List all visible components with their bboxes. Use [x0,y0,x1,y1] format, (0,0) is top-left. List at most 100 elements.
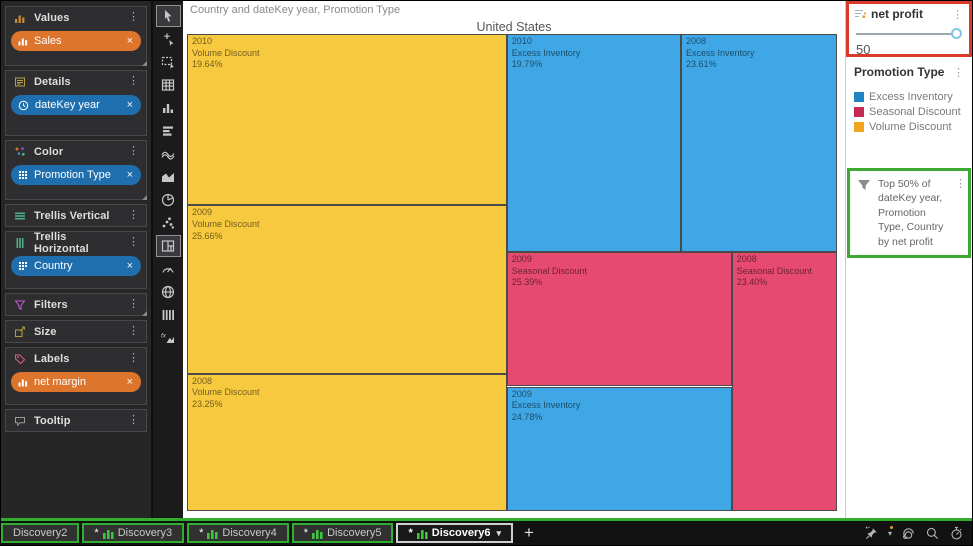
treemap-cell[interactable]: 2008Volume Discount23.25% [187,374,507,511]
advanced-fx-chart-icon[interactable]: fx [156,327,181,349]
treemap-cell[interactable]: 2009Volume Discount25.66% [187,205,507,373]
treemap-cell-value: 24.78% [512,412,727,424]
treemap-cell[interactable]: 2008Excess Inventory23.61% [681,34,837,252]
treemap-cell[interactable]: 2009Seasonal Discount25.39% [507,252,732,387]
lasso-select-tool-icon[interactable] [156,51,181,73]
chip-sales[interactable]: Sales × [11,31,141,51]
legend-item[interactable]: Seasonal Discount [854,106,964,118]
pointer-tool-icon[interactable] [156,5,181,27]
treemap-cell-year: 2009 [512,389,727,401]
kebab-menu-icon[interactable]: ⋮ [126,210,141,221]
grid-tool-icon[interactable] [156,74,181,96]
column-chart-icon[interactable] [156,97,181,119]
kebab-menu-icon[interactable]: ⋮ [953,66,964,79]
kebab-menu-icon[interactable]: ⋮ [126,146,141,157]
pin-icon[interactable] [864,526,879,541]
tab-discovery3[interactable]: *Discovery3 [82,523,184,543]
dropzone-details[interactable]: Details ⋮ dateKey year × [5,70,147,136]
pie-chart-icon[interactable] [156,189,181,211]
kebab-menu-icon[interactable]: ⋮ [126,76,141,87]
kebab-menu-icon[interactable]: ⋮ [126,353,141,364]
slider-track[interactable] [856,33,959,35]
legend-label: Excess Inventory [869,91,953,103]
timer-icon[interactable] [949,526,964,541]
interactions-spiral-icon[interactable] [901,526,916,541]
legend-title: Promotion Type [854,65,944,79]
treemap-cell[interactable]: 2010Volume Discount19.64% [187,34,507,205]
applied-filter-chip[interactable]: Top 50% of dateKey year, Promotion Type,… [847,168,971,258]
scatter-chart-icon[interactable] [156,212,181,234]
close-icon[interactable]: × [127,35,133,47]
dropzone-trellis-vertical[interactable]: Trellis Vertical ⋮ [5,204,147,227]
dropzone-header: Details ⋮ [6,71,146,92]
treemap-chart-icon[interactable] [156,235,181,257]
tab-label: Discovery2 [13,527,67,539]
treemap-cell[interactable]: 2008Seasonal Discount23.40% [732,252,837,511]
chip-datekey-year[interactable]: dateKey year × [11,95,141,115]
chevron-down-icon[interactable]: ▾ [496,528,501,539]
chip-net-margin[interactable]: net margin × [11,372,141,392]
dropzone-size[interactable]: Size ⋮ [5,320,147,343]
chip-label: Country [34,260,73,272]
kebab-menu-icon[interactable]: ⋮ [126,326,141,337]
tab-discovery4[interactable]: *Discovery4 [187,523,289,543]
treemap-cell-promotion: Volume Discount [192,219,502,231]
kebab-menu-icon[interactable]: ⋮ [952,8,963,21]
treemap-cell-promotion: Seasonal Discount [737,266,832,278]
treemap-cell-value: 25.66% [192,231,502,243]
kebab-menu-icon[interactable]: ⋮ [126,299,141,310]
chip-country[interactable]: Country × [11,256,141,276]
unsaved-indicator: * [304,530,308,537]
dropzone-tooltip[interactable]: Tooltip ⋮ [5,409,147,432]
unsaved-indicator: * [94,530,98,537]
tab-discovery6[interactable]: *Discovery6▾ [396,523,513,543]
gauge-chart-icon[interactable] [156,258,181,280]
slider-thumb[interactable] [951,28,962,39]
chart-canvas[interactable]: Country and dateKey year, Promotion Type… [183,1,845,518]
dropdown-caret-icon[interactable]: ▾ [888,529,892,538]
dropzone-trellis-horizontal[interactable]: Trellis Horizontal ⋮ Country × [5,231,147,289]
dropzone-header: Size ⋮ [6,321,146,342]
legend-item[interactable]: Excess Inventory [854,91,964,103]
tab-discovery5[interactable]: * Discovery5 [292,523,394,543]
country-grid-icon [18,261,28,271]
legend-items: Excess Inventory Seasonal Discount Volume … [854,91,964,133]
dropzone-labels[interactable]: Labels ⋮ net margin × [5,347,147,405]
dropzone-label: Size [34,326,56,338]
treemap-cell[interactable]: 2010Excess Inventory19.79% [507,34,681,252]
kebab-menu-icon[interactable]: ⋮ [955,177,966,190]
trellis-header: United States [183,20,845,34]
close-icon[interactable]: × [127,260,133,272]
chip-promotion-type[interactable]: Promotion Type × [11,165,141,185]
treemap-cell-year: 2008 [737,254,832,266]
close-icon[interactable]: × [127,99,133,111]
line-chart-icon[interactable] [156,143,181,165]
search-icon[interactable] [925,526,940,541]
close-icon[interactable]: × [127,169,133,181]
funnel-icon [856,177,872,193]
tab-label: Discovery5 [327,527,381,539]
treemap-cell-year: 2008 [192,376,502,388]
kebab-menu-icon[interactable]: ⋮ [126,12,141,23]
kebab-menu-icon[interactable]: ⋮ [126,415,141,426]
dropzone-color[interactable]: Color ⋮ Promotion Type × [5,140,147,200]
matrix-chart-icon[interactable] [156,304,181,326]
kebab-menu-icon[interactable]: ⋮ [126,237,141,248]
close-icon[interactable]: × [127,376,133,388]
map-chart-icon[interactable] [156,281,181,303]
tab-discovery2[interactable]: Discovery2 [1,523,79,543]
dropzone-header: Tooltip ⋮ [6,410,146,431]
legend-item[interactable]: Volume Discount [854,121,964,133]
dropzone-filters[interactable]: Filters ⋮ [5,293,147,316]
new-tab-button[interactable]: + [516,523,542,543]
dropzone-values[interactable]: Values ⋮ Sales × [5,6,147,66]
treemap-cell[interactable]: 2009Excess Inventory24.78% [507,387,732,511]
bar-chart-icon[interactable] [156,120,181,142]
area-chart-icon[interactable] [156,166,181,188]
move-point-tool-icon[interactable] [156,28,181,50]
net-profit-slider[interactable] [856,28,959,40]
legend-swatch-icon [854,92,864,102]
chip-label: Sales [34,35,62,47]
treemap-cell-year: 2010 [192,36,502,48]
treemap-cell-value: 19.79% [512,59,676,71]
